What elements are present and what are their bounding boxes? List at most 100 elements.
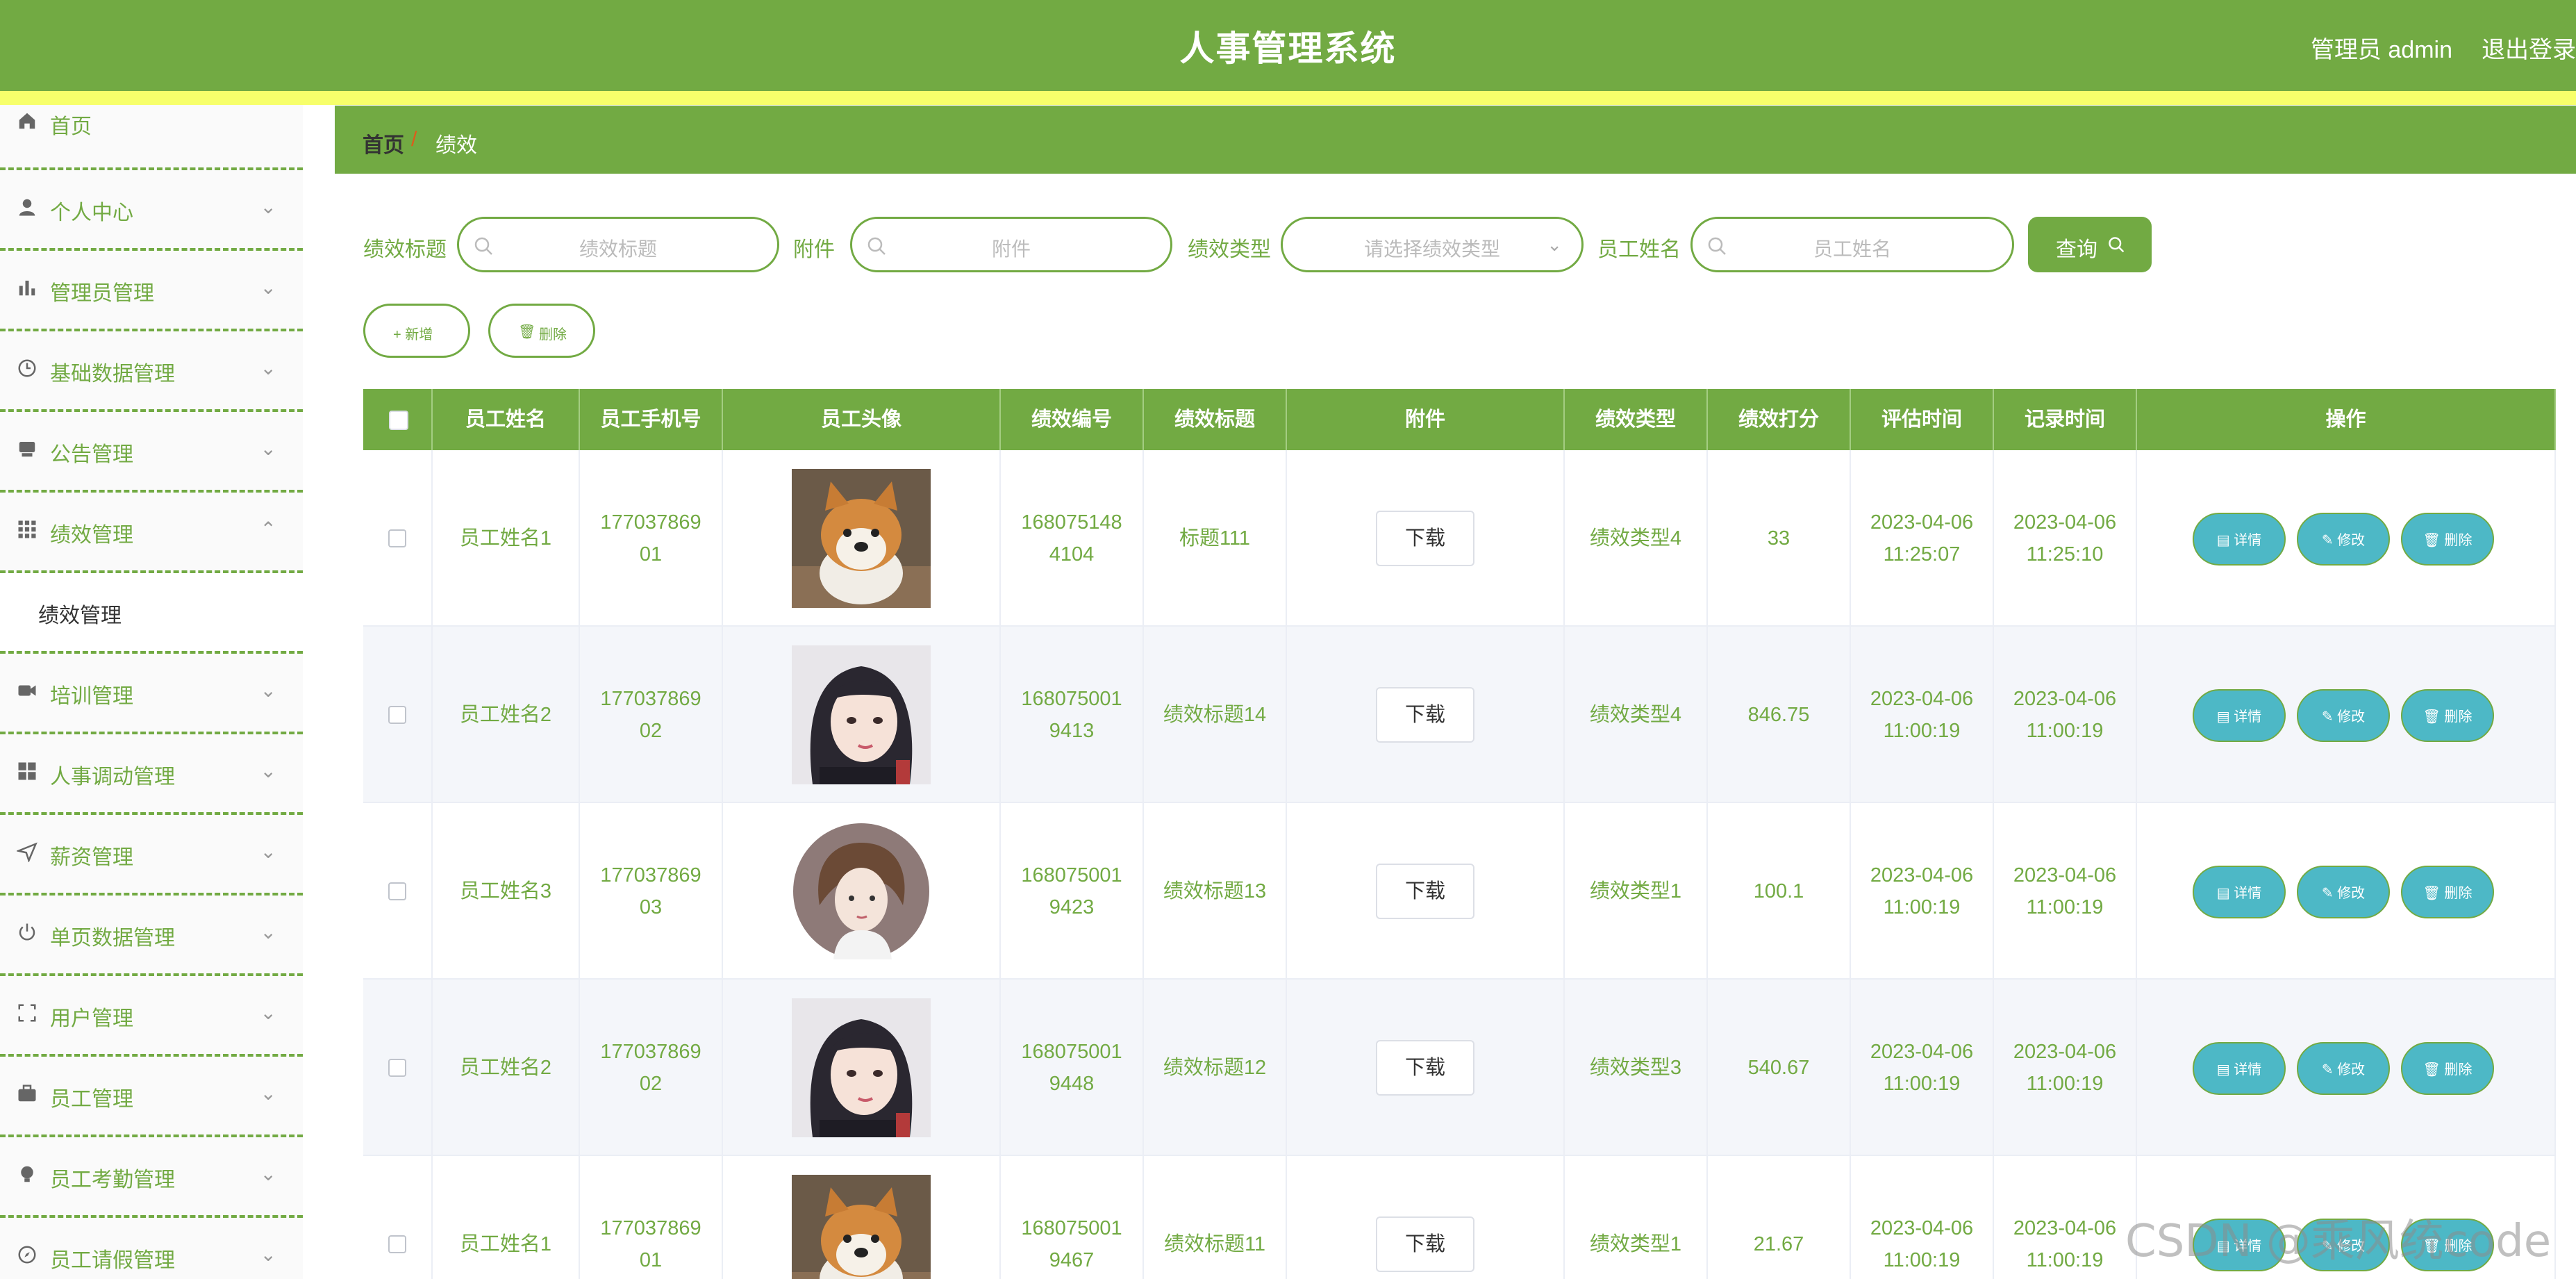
phone-line-2: 01 xyxy=(639,543,663,566)
phone-line-2: 02 xyxy=(639,1073,663,1095)
sidebar-item-7[interactable]: 人事调动管理 ⌄ xyxy=(0,734,303,815)
row-checkbox[interactable] xyxy=(388,706,406,724)
column-header[interactable]: 员工手机号 xyxy=(580,389,723,450)
employee-phone: 177037869 01 xyxy=(600,1212,701,1276)
operations-cell: ▤ 详情 ✎ 修改 🗑 删除 xyxy=(2137,803,2556,980)
performance-title: 绩效标题14 xyxy=(1163,704,1267,726)
download-button[interactable]: 下载 xyxy=(1376,1216,1474,1272)
column-header[interactable]: 员工姓名 xyxy=(433,389,580,450)
row-delete-button[interactable]: 🗑 删除 xyxy=(2401,866,2494,918)
performance-title: 标题111 xyxy=(1179,527,1251,550)
performance-type: 绩效类型4 xyxy=(1589,704,1682,726)
employee-phone: 177037869 03 xyxy=(600,859,701,923)
sidebar-item-8[interactable]: 薪资管理 ⌄ xyxy=(0,815,303,896)
sidebar-item-0[interactable]: 首页 xyxy=(0,84,303,170)
chevron-down-icon: ⌄ xyxy=(260,841,276,862)
row-delete-button[interactable]: 🗑 删除 xyxy=(2401,1042,2494,1095)
download-button[interactable]: 下载 xyxy=(1376,511,1474,566)
batch-delete-button[interactable]: 🗑 删除 xyxy=(488,304,595,358)
logout-link[interactable]: 退出登录 xyxy=(2482,31,2576,65)
row-checkbox[interactable] xyxy=(388,1059,406,1077)
sidebar-item-4[interactable]: 公告管理 ⌄ xyxy=(0,412,303,493)
attachment-cell: 下载 xyxy=(1287,1156,1565,1279)
query-button[interactable]: 查询 xyxy=(2028,217,2152,272)
select-all-checkbox[interactable] xyxy=(389,411,408,430)
header-stripe xyxy=(0,91,2576,105)
sidebar-item-10[interactable]: 用户管理 ⌄ xyxy=(0,976,303,1057)
breadcrumb-home[interactable]: 首页 xyxy=(363,128,404,158)
table-row: 员工姓名2 177037869 02 168075001 9448 绩效标题12 下载 绩效类… xyxy=(363,980,2556,1156)
add-button[interactable]: + 新增 xyxy=(363,304,470,358)
sidebar-item-13[interactable]: 员工请假管理 ⌄ xyxy=(0,1218,303,1279)
row-delete-button[interactable]: 🗑 删除 xyxy=(2401,513,2494,566)
sidebar-item-5[interactable]: 绩效管理 ⌃ xyxy=(0,493,303,573)
operations-cell: ▤ 详情 ✎ 修改 🗑 删除 xyxy=(2137,627,2556,803)
sidebar-item-3[interactable]: 基础数据管理 ⌄ xyxy=(0,331,303,412)
phone-line-2: 02 xyxy=(639,720,663,742)
sidebar-item-9[interactable]: 单页数据管理 ⌄ xyxy=(0,896,303,976)
download-button[interactable]: 下载 xyxy=(1376,687,1474,743)
attachment-cell: 下载 xyxy=(1287,627,1565,803)
record-clock: 11:00:19 xyxy=(2026,720,2104,742)
sidebar-item-1[interactable]: 个人中心 ⌄ xyxy=(0,170,303,251)
column-header[interactable]: 评估时间 xyxy=(1851,389,1994,450)
eval-time: 2023-04-06 11:00:19 xyxy=(1870,1212,1973,1276)
title-search-input[interactable]: 绩效标题 xyxy=(457,217,779,272)
performance-title-cell: 绩效标题12 xyxy=(1144,980,1287,1156)
employee-phone: 177037869 02 xyxy=(600,1036,701,1100)
employee-name-cell: 员工姓名1 xyxy=(433,1156,580,1279)
edit-button[interactable]: ✎ 修改 xyxy=(2297,1042,2390,1095)
column-header[interactable]: 附件 xyxy=(1287,389,1565,450)
apps-icon xyxy=(15,761,39,784)
chevron-down-icon: ⌄ xyxy=(260,760,276,782)
column-header[interactable]: 绩效类型 xyxy=(1565,389,1708,450)
sidebar-subitem-performance[interactable]: 绩效管理 xyxy=(0,573,303,654)
performance-score: 540.67 xyxy=(1747,1057,1810,1079)
breadcrumb-current: 绩效 xyxy=(435,134,477,157)
column-header[interactable]: 记录时间 xyxy=(1994,389,2137,450)
sidebar-item-label: 基础数据管理 xyxy=(50,363,175,386)
type-select[interactable]: 请选择绩效类型 ⌄ xyxy=(1281,217,1584,272)
cartoon-girl-avatar-image xyxy=(793,823,929,959)
detail-button[interactable]: ▤ 详情 xyxy=(2193,866,2286,918)
performance-score-cell: 846.75 xyxy=(1708,627,1851,803)
name-search-input[interactable]: 员工姓名 xyxy=(1690,217,2014,272)
detail-button[interactable]: ▤ 详情 xyxy=(2193,689,2286,742)
edit-button[interactable]: ✎ 修改 xyxy=(2297,866,2390,918)
chevron-down-icon: ⌄ xyxy=(260,1002,276,1023)
row-checkbox[interactable] xyxy=(388,882,406,900)
employee-name: 员工姓名1 xyxy=(459,1233,552,1255)
edit-button[interactable]: ✎ 修改 xyxy=(2297,689,2390,742)
trash-icon: 🗑 xyxy=(2423,709,2445,725)
column-header[interactable]: 操作 xyxy=(2137,389,2556,450)
download-button[interactable]: 下载 xyxy=(1376,1040,1474,1096)
column-header[interactable]: 绩效标题 xyxy=(1144,389,1287,450)
row-delete-button[interactable]: 🗑 删除 xyxy=(2401,689,2494,742)
record-time-cell: 2023-04-06 11:00:19 xyxy=(1994,803,2137,980)
power-icon xyxy=(15,922,39,946)
column-header[interactable]: 员工头像 xyxy=(723,389,1001,450)
send-icon xyxy=(15,841,39,865)
sidebar-item-label: 员工请假管理 xyxy=(50,1249,175,1272)
attach-search-placeholder: 附件 xyxy=(991,238,1031,260)
download-button[interactable]: 下载 xyxy=(1376,864,1474,919)
record-clock: 11:00:19 xyxy=(2026,896,2104,918)
sidebar-item-label: 培训管理 xyxy=(50,685,133,708)
row-checkbox[interactable] xyxy=(388,529,406,547)
sidebar-item-12[interactable]: 员工考勤管理 ⌄ xyxy=(0,1137,303,1218)
row-select-cell xyxy=(363,980,433,1156)
sidebar-item-11[interactable]: 员工管理 ⌄ xyxy=(0,1057,303,1137)
phone-line-1: 177037869 xyxy=(600,1041,701,1063)
column-header[interactable]: 绩效打分 xyxy=(1708,389,1851,450)
performance-score-cell: 540.67 xyxy=(1708,980,1851,1156)
sidebar-item-6[interactable]: 培训管理 ⌄ xyxy=(0,654,303,734)
sidebar-item-2[interactable]: 管理员管理 ⌄ xyxy=(0,251,303,331)
eval-clock: 11:00:19 xyxy=(1883,720,1961,742)
edit-button[interactable]: ✎ 修改 xyxy=(2297,513,2390,566)
record-time: 2023-04-06 11:00:19 xyxy=(2013,1212,2116,1276)
column-header[interactable]: 绩效编号 xyxy=(1001,389,1144,450)
attach-search-input[interactable]: 附件 xyxy=(850,217,1172,272)
detail-button[interactable]: ▤ 详情 xyxy=(2193,513,2286,566)
detail-button[interactable]: ▤ 详情 xyxy=(2193,1042,2286,1095)
row-checkbox[interactable] xyxy=(388,1235,406,1253)
